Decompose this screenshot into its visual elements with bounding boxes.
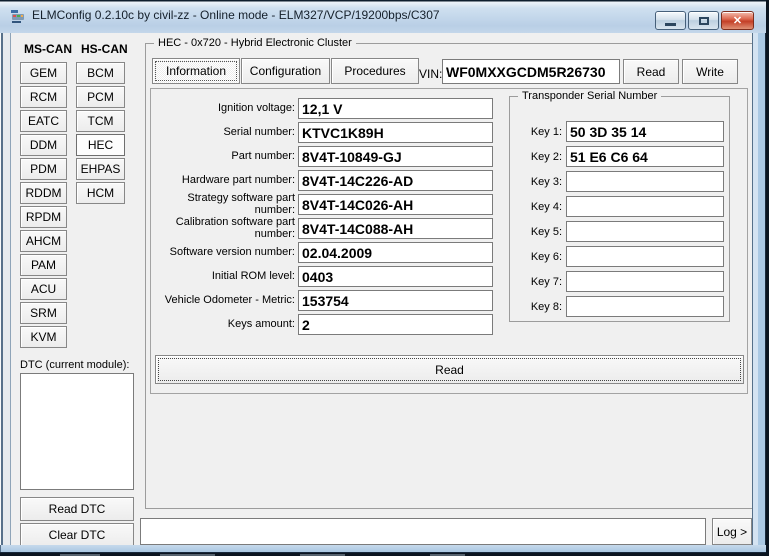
- log-toggle-button[interactable]: Log >: [712, 518, 752, 545]
- key-6-input[interactable]: [566, 246, 724, 267]
- field-label: Vehicle Odometer - Metric:: [151, 290, 295, 311]
- module-button-ddm[interactable]: DDM: [20, 134, 67, 156]
- tab-procedures[interactable]: Procedures: [331, 58, 419, 84]
- field-value-input[interactable]: [298, 170, 493, 191]
- field-value-input[interactable]: [298, 266, 493, 287]
- key-4-input[interactable]: [566, 196, 724, 217]
- module-button-rddm[interactable]: RDDM: [20, 182, 67, 204]
- key-label: Key 3:: [514, 171, 562, 192]
- field-value-input[interactable]: [298, 146, 493, 167]
- maximize-icon: [699, 17, 709, 25]
- module-button-srm[interactable]: SRM: [20, 302, 67, 324]
- key-5-input[interactable]: [566, 221, 724, 242]
- key-1-input[interactable]: [566, 121, 724, 142]
- clear-dtc-button[interactable]: Clear DTC: [20, 523, 134, 545]
- module-button-pdm[interactable]: PDM: [20, 158, 67, 180]
- field-label: Serial number:: [151, 122, 295, 143]
- window-border-left: [0, 33, 11, 545]
- vin-label: VIN:: [419, 67, 442, 81]
- transponder-groupbox-title: Transponder Serial Number: [518, 90, 661, 102]
- field-label: Initial ROM level:: [151, 266, 295, 287]
- app-window: ELMConfig 0.2.10c by civil-zz - Online m…: [0, 0, 766, 553]
- close-button[interactable]: ✕: [721, 11, 754, 30]
- key-label: Key 6:: [514, 246, 562, 267]
- field-label: Ignition voltage:: [151, 98, 295, 119]
- dtc-listbox[interactable]: [20, 373, 134, 490]
- read-dtc-button[interactable]: Read DTC: [20, 497, 134, 521]
- key-label: Key 8:: [514, 296, 562, 317]
- dtc-label: DTC (current module):: [20, 359, 129, 371]
- field-value-input[interactable]: [298, 314, 493, 335]
- client-area: MS-CAN GEMRCMEATCDDMPDMRDDMRPDMAHCMPAMACU…: [11, 33, 752, 545]
- field-value-input[interactable]: [298, 218, 493, 239]
- close-icon: ✕: [733, 14, 742, 27]
- module-button-ehpas[interactable]: EHPAS: [76, 158, 125, 180]
- module-button-hcm[interactable]: HCM: [76, 182, 125, 204]
- window-border-right: [752, 33, 766, 545]
- field-label: Software version number:: [151, 242, 295, 263]
- key-2-input[interactable]: [566, 146, 724, 167]
- bus-label-hs-can: HS-CAN: [81, 42, 128, 56]
- app-icon: [10, 8, 26, 24]
- vin-write-button[interactable]: Write: [682, 59, 738, 84]
- tab-information[interactable]: Information: [152, 58, 240, 84]
- field-label: Hardware part number:: [151, 170, 295, 191]
- module-button-bcm[interactable]: BCM: [76, 62, 125, 84]
- window-title: ELMConfig 0.2.10c by civil-zz - Online m…: [32, 8, 440, 22]
- transponder-groupbox: Transponder Serial Number Key 1:Key 2:Ke…: [509, 96, 730, 322]
- vin-read-button[interactable]: Read: [623, 59, 679, 84]
- module-button-ahcm[interactable]: AHCM: [20, 230, 67, 252]
- window-border-bottom: [0, 545, 766, 553]
- field-value-input[interactable]: [298, 122, 493, 143]
- module-button-eatc[interactable]: EATC: [20, 110, 67, 132]
- key-label: Key 4:: [514, 196, 562, 217]
- module-button-pam[interactable]: PAM: [20, 254, 67, 276]
- key-label: Key 2:: [514, 146, 562, 167]
- module-read-button[interactable]: Read: [155, 355, 744, 384]
- field-value-input[interactable]: [298, 242, 493, 263]
- module-button-acu[interactable]: ACU: [20, 278, 67, 300]
- module-button-hec[interactable]: HEC: [76, 134, 125, 156]
- key-label: Key 7:: [514, 271, 562, 292]
- module-button-kvm[interactable]: KVM: [20, 326, 67, 348]
- module-button-rpdm[interactable]: RPDM: [20, 206, 67, 228]
- field-label: Calibration software part number:: [151, 218, 295, 239]
- module-button-rcm[interactable]: RCM: [20, 86, 67, 108]
- key-label: Key 1:: [514, 121, 562, 142]
- field-label: Strategy software part number:: [151, 194, 295, 215]
- module-button-pcm[interactable]: PCM: [76, 86, 125, 108]
- field-label: Part number:: [151, 146, 295, 167]
- key-8-input[interactable]: [566, 296, 724, 317]
- field-value-input[interactable]: [298, 194, 493, 215]
- log-input[interactable]: [140, 518, 706, 545]
- vin-input[interactable]: [442, 59, 620, 84]
- key-7-input[interactable]: [566, 271, 724, 292]
- field-value-input[interactable]: [298, 98, 493, 119]
- module-groupbox-title: HEC - 0x720 - Hybrid Electronic Cluster: [154, 37, 356, 49]
- field-label: Keys amount:: [151, 314, 295, 335]
- desktop: ELMConfig 0.2.10c by civil-zz - Online m…: [0, 0, 769, 556]
- bus-label-ms-can: MS-CAN: [24, 42, 72, 56]
- maximize-button[interactable]: [688, 11, 719, 30]
- module-button-tcm[interactable]: TCM: [76, 110, 125, 132]
- key-label: Key 5:: [514, 221, 562, 242]
- minimize-button[interactable]: [655, 11, 686, 30]
- minimize-icon: [665, 23, 676, 26]
- title-bar[interactable]: ELMConfig 0.2.10c by civil-zz - Online m…: [0, 0, 766, 33]
- key-3-input[interactable]: [566, 171, 724, 192]
- field-value-input[interactable]: [298, 290, 493, 311]
- module-button-gem[interactable]: GEM: [20, 62, 67, 84]
- tab-configuration[interactable]: Configuration: [241, 58, 330, 84]
